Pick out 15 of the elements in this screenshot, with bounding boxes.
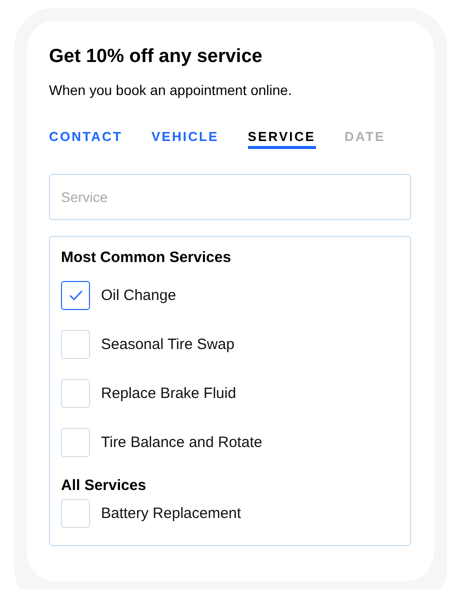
service-option-label: Tire Balance and Rotate (101, 434, 262, 452)
service-option-label: Replace Brake Fluid (101, 384, 236, 402)
step-tab[interactable]: VEHICLE (152, 128, 219, 149)
step-tab[interactable]: SERVICE (248, 128, 316, 149)
section-heading: All Services (61, 477, 148, 495)
step-tab[interactable]: CONTACT (49, 128, 123, 149)
service-option-label: Oil Change (101, 286, 176, 304)
card-title: Get 10% off any service (49, 45, 264, 69)
service-option-label: Battery Replacement (101, 504, 242, 522)
section-heading: Most Common Services (61, 249, 232, 267)
checkbox[interactable] (61, 281, 90, 310)
service-search-field[interactable]: Service (49, 174, 411, 220)
service-option-label: Seasonal Tire Swap (101, 336, 234, 354)
checkmark-icon (68, 290, 82, 301)
card-subtitle: When you book an appointment online. (49, 81, 293, 100)
